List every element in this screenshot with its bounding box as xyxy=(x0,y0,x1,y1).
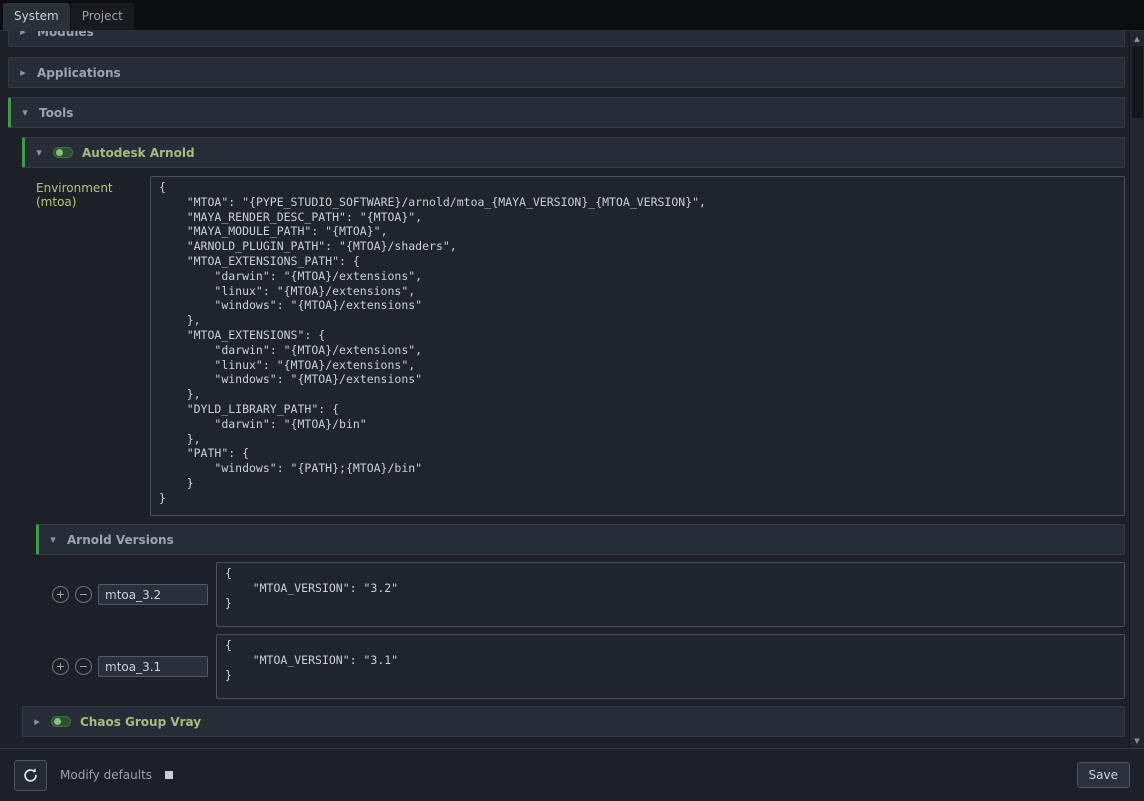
settings-window: System Project ▸ Modules ▸ Applications … xyxy=(0,0,1144,801)
add-version-button[interactable]: + xyxy=(52,658,69,675)
remove-version-button[interactable]: − xyxy=(75,658,92,675)
section-title-autodesk-arnold: Autodesk Arnold xyxy=(82,146,195,160)
scroll-down-button[interactable]: ▼ xyxy=(1130,733,1144,748)
toggle-knob xyxy=(56,149,63,156)
tab-system[interactable]: System xyxy=(3,3,70,30)
section-header-modules[interactable]: ▸ Modules xyxy=(8,31,1125,47)
chevron-down-icon: ▾ xyxy=(34,146,44,159)
section-header-chaos-group-vray[interactable]: ▸ Chaos Group Vray xyxy=(22,706,1125,737)
section-header-arnold-versions[interactable]: ▾ Arnold Versions xyxy=(36,524,1125,555)
version-json-textarea[interactable]: { "MTOA_VERSION": "3.2" } xyxy=(216,562,1125,627)
modify-defaults-label: Modify defaults xyxy=(60,768,152,782)
chevron-right-icon: ▸ xyxy=(32,715,42,728)
environment-label: Environment (mtoa) xyxy=(36,176,150,209)
scrollbar-thumb[interactable] xyxy=(1132,46,1143,118)
section-title-applications: Applications xyxy=(37,66,121,80)
tab-project[interactable]: Project xyxy=(71,3,134,30)
refresh-icon xyxy=(22,767,39,784)
version-name-input[interactable] xyxy=(98,584,208,605)
environment-json-textarea[interactable]: { "MTOA": "{PYPE_STUDIO_SOFTWARE}/arnold… xyxy=(150,176,1125,516)
environment-field-row: Environment (mtoa) { "MTOA": "{PYPE_STUD… xyxy=(36,176,1125,516)
section-header-autodesk-arnold[interactable]: ▾ Autodesk Arnold xyxy=(22,137,1125,168)
top-tab-bar: System Project xyxy=(0,0,1144,30)
section-header-tools[interactable]: ▾ Tools xyxy=(8,97,1125,128)
version-json-textarea[interactable]: { "MTOA_VERSION": "3.1" } xyxy=(216,634,1125,699)
chevron-down-icon: ▾ xyxy=(48,533,58,546)
settings-main-area: ▸ Modules ▸ Applications ▾ Tools ▾ Autod… xyxy=(0,30,1144,748)
tool-enabled-toggle-icon[interactable] xyxy=(53,147,73,158)
arnold-version-row: + − { "MTOA_VERSION": "3.1" } xyxy=(36,634,1125,699)
footer-bar: Modify defaults Save xyxy=(0,748,1144,801)
remove-version-button[interactable]: − xyxy=(75,586,92,603)
chevron-right-icon: ▸ xyxy=(18,31,28,38)
scroll-up-button[interactable]: ▲ xyxy=(1130,31,1144,46)
section-title-chaos-group-vray: Chaos Group Vray xyxy=(80,715,201,729)
add-version-button[interactable]: + xyxy=(52,586,69,603)
modify-defaults-checkbox[interactable] xyxy=(165,771,173,779)
save-button[interactable]: Save xyxy=(1077,762,1130,788)
chevron-down-icon: ▾ xyxy=(20,106,30,119)
arnold-version-row: + − { "MTOA_VERSION": "3.2" } xyxy=(36,562,1125,627)
version-name-input[interactable] xyxy=(98,656,208,677)
refresh-button[interactable] xyxy=(14,760,47,791)
section-title-arnold-versions: Arnold Versions xyxy=(67,533,174,547)
vertical-scrollbar: ▲ ▼ xyxy=(1129,31,1144,748)
section-title-modules: Modules xyxy=(37,31,94,39)
section-title-tools: Tools xyxy=(39,106,73,120)
section-header-applications[interactable]: ▸ Applications xyxy=(8,57,1125,88)
settings-scroll-area: ▸ Modules ▸ Applications ▾ Tools ▾ Autod… xyxy=(0,31,1129,748)
chevron-right-icon: ▸ xyxy=(18,66,28,79)
toggle-knob xyxy=(54,718,61,725)
tool-enabled-toggle-icon[interactable] xyxy=(51,716,71,727)
